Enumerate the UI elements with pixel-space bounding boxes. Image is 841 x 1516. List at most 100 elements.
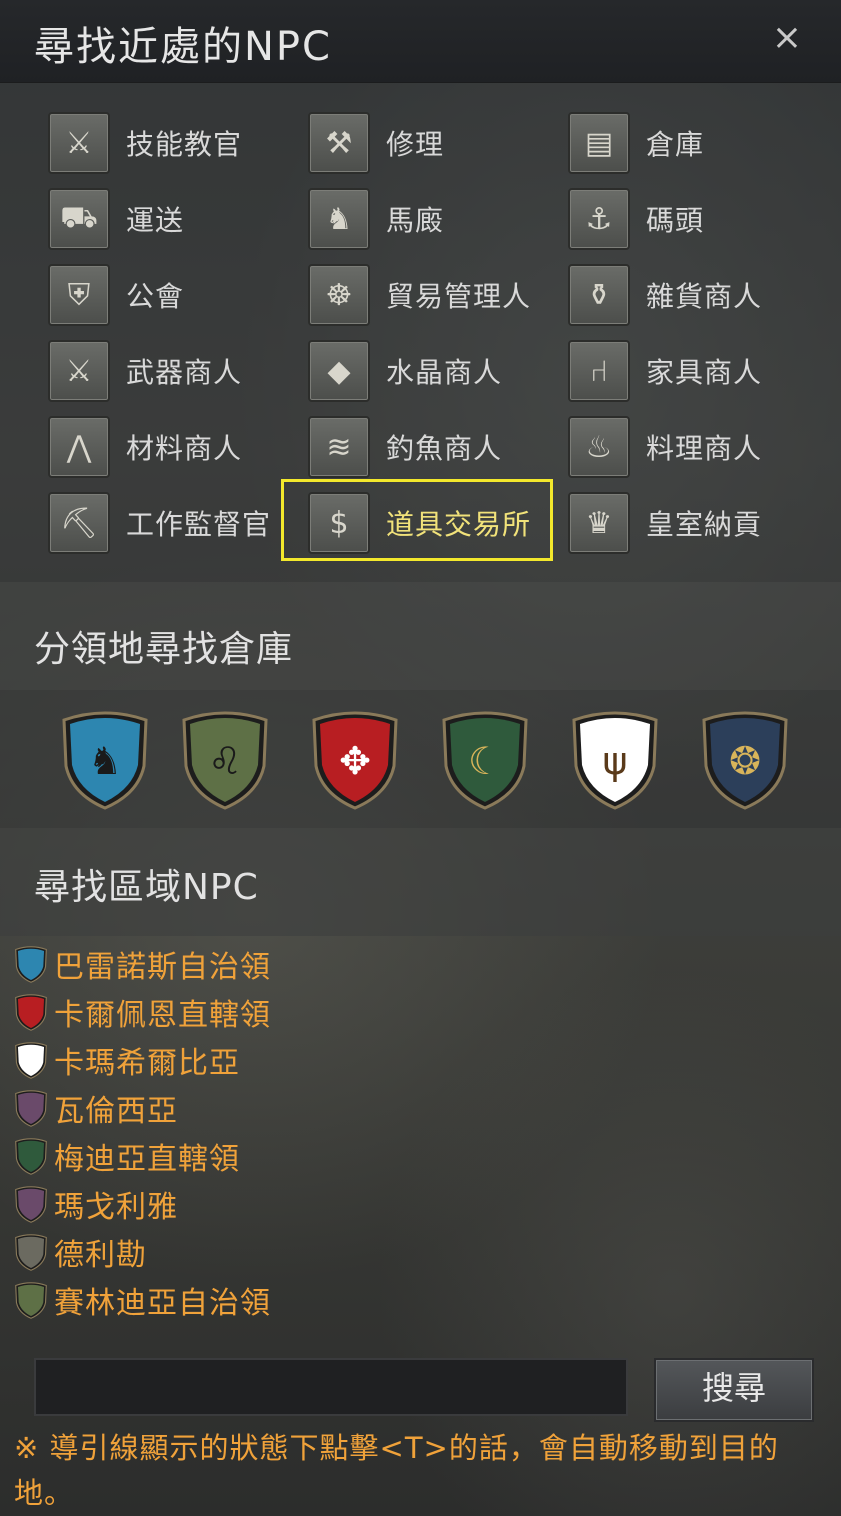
npc-type-18[interactable]: ♛ 皇室納貢 (568, 492, 762, 554)
npc-type-label: 料理商人 (646, 432, 763, 465)
calpheon-shield-icon[interactable]: ✥ (310, 708, 400, 810)
region-item[interactable]: 德利勘 (14, 1231, 147, 1273)
npc-type-11[interactable]: ◆ 水晶商人 (308, 340, 502, 402)
npc-type-label: 技能教官 (126, 128, 243, 161)
mediah-shield-icon[interactable]: ☾ (440, 708, 530, 810)
find-npc-panel: 尋找近處的NPC × ⚔ 技能教官 ⚒ 修理 ▤ 倉庫 ⛟ 運送 ♞ 馬廄 ⚓ 碼頭 ⛨ 公會 ☸ 貿易管理人… (0, 0, 841, 1516)
region-section-title: 尋找區域NPC (34, 867, 259, 908)
region-item[interactable]: 瓦倫西亞 (14, 1087, 178, 1129)
fish-icon: ≋ (308, 416, 370, 478)
npc-type-label: 材料商人 (126, 432, 243, 465)
region-item[interactable]: 卡瑪希爾比亞 (14, 1039, 240, 1081)
svg-text:☾: ☾ (468, 739, 502, 783)
region-item[interactable]: 瑪戈利雅 (14, 1183, 178, 1225)
search-button[interactable]: 搜尋 (654, 1358, 814, 1422)
territory-section-header: 分領地尋找倉庫 (0, 582, 841, 690)
region-shield-icon (14, 1137, 48, 1175)
region-shield-icon (14, 1185, 48, 1223)
roast-chicken-icon: ♨ (568, 416, 630, 478)
region-item[interactable]: 巴雷諾斯自治領 (14, 943, 271, 985)
npc-type-label: 倉庫 (646, 128, 705, 161)
kamasylvia-shield-icon[interactable]: ψ (570, 708, 660, 810)
npc-type-2[interactable]: ⚒ 修理 (308, 112, 444, 174)
selection-highlight (281, 479, 553, 561)
npc-type-label: 修理 (386, 128, 445, 161)
armchair-icon: ⑁ (568, 340, 630, 402)
region-shield-icon (14, 993, 48, 1031)
npc-type-7[interactable]: ⛨ 公會 (48, 264, 184, 326)
region-shield-icon (14, 1281, 48, 1319)
npc-type-5[interactable]: ♞ 馬廄 (308, 188, 444, 250)
hint-text: ※ 導引線顯示的狀態下點擊<T>的話，會自動移動到目的地。 (14, 1431, 779, 1510)
anvil-icon: ⚒ (308, 112, 370, 174)
svg-text:♞: ♞ (88, 739, 122, 783)
pick-tool-icon: ⋀ (48, 416, 110, 478)
npc-type-15[interactable]: ♨ 料理商人 (568, 416, 762, 478)
npc-type-10[interactable]: ⚔ 武器商人 (48, 340, 242, 402)
territory-shields: ♞ ♌ ✥ ☾ ψ ❂ (0, 690, 841, 828)
npc-type-label: 雜貨商人 (646, 280, 763, 313)
npc-type-9[interactable]: ⚱ 雜貨商人 (568, 264, 762, 326)
search-input[interactable] (34, 1358, 628, 1416)
npc-type-label: 釣魚商人 (386, 432, 503, 465)
window-title: 尋找近處的NPC (34, 24, 332, 70)
region-label: 卡瑪希爾比亞 (54, 1046, 240, 1081)
pickaxe-icon: ⛏ (48, 492, 110, 554)
npc-type-label: 工作監督官 (126, 508, 272, 541)
wheel-icon: ☸ (308, 264, 370, 326)
region-label: 瓦倫西亞 (54, 1094, 178, 1129)
close-icon[interactable]: × (767, 18, 807, 58)
region-shield-icon (14, 1089, 48, 1127)
npc-type-6[interactable]: ⚓ 碼頭 (568, 188, 704, 250)
npc-type-3[interactable]: ▤ 倉庫 (568, 112, 704, 174)
balenos-shield-icon[interactable]: ♞ (60, 708, 150, 810)
npc-type-label: 武器商人 (126, 356, 243, 389)
valencia-shield-icon[interactable]: ❂ (700, 708, 790, 810)
npc-type-13[interactable]: ⋀ 材料商人 (48, 416, 242, 478)
npc-type-label: 馬廄 (386, 204, 445, 237)
region-label: 梅迪亞直轄領 (54, 1142, 240, 1177)
svg-text:♌: ♌ (208, 739, 242, 783)
region-label: 卡爾佩恩直轄領 (54, 998, 271, 1033)
region-shield-icon (14, 945, 48, 983)
chest-icon: ▤ (568, 112, 630, 174)
npc-type-1[interactable]: ⚔ 技能教官 (48, 112, 242, 174)
region-item[interactable]: 梅迪亞直轄領 (14, 1135, 240, 1177)
region-label: 德利勘 (54, 1238, 147, 1273)
npc-type-label: 貿易管理人 (386, 280, 532, 313)
potion-icon: ⚱ (568, 264, 630, 326)
wagon-icon: ⛟ (48, 188, 110, 250)
npc-type-label: 家具商人 (646, 356, 763, 389)
region-label: 巴雷諾斯自治領 (54, 950, 271, 985)
region-label: 賽林迪亞自治領 (54, 1286, 271, 1321)
region-item[interactable]: 賽林迪亞自治領 (14, 1279, 271, 1321)
svg-text:❂: ❂ (729, 739, 761, 783)
svg-text:ψ: ψ (602, 739, 627, 783)
region-list: 巴雷諾斯自治領 卡爾佩恩直轄領 卡瑪希爾比亞 瓦倫西亞梅迪亞直轄領 瑪戈利雅德利勘賽林迪… (0, 935, 841, 1335)
region-label: 瑪戈利雅 (54, 1190, 178, 1225)
npc-type-label: 皇室納貢 (646, 508, 763, 541)
region-item[interactable]: 卡爾佩恩直轄領 (14, 991, 271, 1033)
serendia-shield-icon[interactable]: ♌ (180, 708, 270, 810)
npc-type-14[interactable]: ≋ 釣魚商人 (308, 416, 502, 478)
npc-type-4[interactable]: ⛟ 運送 (48, 188, 184, 250)
diamond-icon: ◆ (308, 340, 370, 402)
crossed-axes-icon: ⚔ (48, 112, 110, 174)
npc-type-8[interactable]: ☸ 貿易管理人 (308, 264, 531, 326)
region-shield-icon (14, 1233, 48, 1271)
guild-crest-icon: ⛨ (48, 264, 110, 326)
title-bar: 尋找近處的NPC × (0, 0, 841, 83)
npc-type-12[interactable]: ⑁ 家具商人 (568, 340, 762, 402)
royal-cart-icon: ♛ (568, 492, 630, 554)
anchor-icon: ⚓ (568, 188, 630, 250)
npc-type-label: 公會 (126, 280, 185, 313)
horse-icon: ♞ (308, 188, 370, 250)
npc-type-label: 碼頭 (646, 204, 705, 237)
npc-type-16[interactable]: ⛏ 工作監督官 (48, 492, 271, 554)
territory-section-title: 分領地尋找倉庫 (34, 629, 294, 670)
npc-type-label: 運送 (126, 204, 185, 237)
region-section-header: 尋找區域NPC (0, 828, 841, 936)
svg-text:✥: ✥ (339, 739, 371, 783)
region-shield-icon (14, 1041, 48, 1079)
weapon-shield-icon: ⚔ (48, 340, 110, 402)
